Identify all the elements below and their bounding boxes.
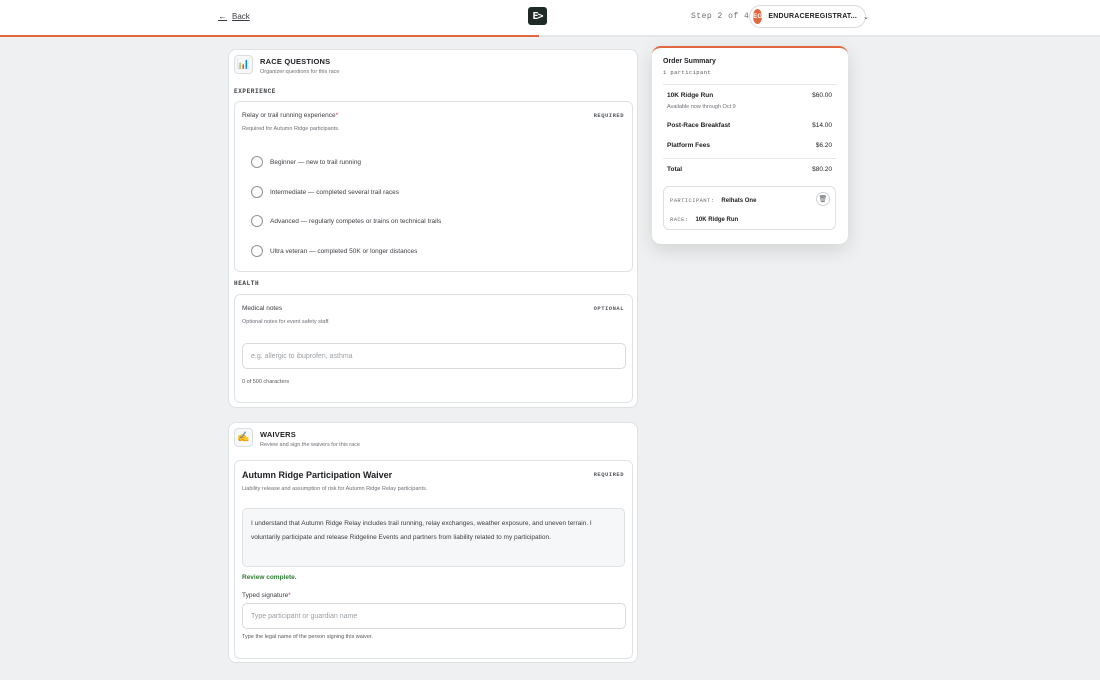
- participant-row: PARTICIPANT: Relhats One: [670, 197, 756, 204]
- chevron-down-icon: ⌄: [863, 13, 869, 21]
- required-asterisk: *: [288, 592, 291, 599]
- radio-label: Ultra veteran — completed 50K or longer …: [270, 247, 418, 255]
- signature-help: Type the legal name of the person signin…: [242, 634, 373, 640]
- experience-question: Relay or trail running experience* Requi…: [234, 101, 633, 272]
- question-label: Relay or trail running experience*: [242, 112, 339, 119]
- line-item-label: Post-Race Breakfast: [667, 122, 731, 129]
- line-item-race: 10K Ridge Run $60.00: [667, 92, 832, 99]
- line-item-amount: $6.20: [815, 142, 832, 149]
- section-header: ✍ WAIVERS Review and sign the waivers fo…: [234, 428, 360, 448]
- required-asterisk: *: [335, 112, 339, 119]
- section-title: RACE QUESTIONS: [260, 57, 331, 66]
- radio-button[interactable]: [251, 156, 263, 168]
- progress-fill: [0, 35, 539, 37]
- medical-notes-input[interactable]: e.g. allergic to ibuprofen, asthma: [242, 343, 626, 369]
- line-item-breakfast: Post-Race Breakfast $14.00: [667, 122, 832, 129]
- signature-input[interactable]: Type participant or guardian name: [242, 603, 626, 629]
- participant-key: PARTICIPANT:: [670, 197, 715, 204]
- radio-label: Beginner — new to trail running: [270, 158, 362, 166]
- radio-option-ultra-veteran[interactable]: Ultra veteran — completed 50K or longer …: [251, 245, 417, 257]
- total-amount: $80.20: [812, 166, 832, 173]
- trash-icon[interactable]: 🗑: [816, 192, 830, 206]
- line-item-amount: $14.00: [812, 122, 832, 129]
- line-item-platform-fees: Platform Fees $6.20: [667, 142, 832, 149]
- avatar: EG: [753, 9, 763, 24]
- back-link[interactable]: ← Back: [218, 11, 250, 21]
- divider: [663, 158, 836, 159]
- top-bar: ← Back E> Step 2 of 4 EG ENDURACEREGISTR…: [0, 0, 1100, 37]
- app-logo[interactable]: E>: [528, 7, 547, 25]
- radio-button[interactable]: [251, 215, 263, 227]
- group-label-experience: EXPERIENCE: [234, 88, 277, 95]
- waiver-description: Liability release and assumption of risk…: [242, 486, 428, 492]
- waiver-card: Autumn Ridge Participation Waiver REQUIR…: [234, 460, 633, 659]
- total-row: Total $80.20: [667, 166, 832, 173]
- question-help: Required for Autumn Ridge participants.: [242, 126, 340, 132]
- radio-label: Advanced — regularly competes or trains …: [270, 217, 442, 225]
- radio-option-advanced[interactable]: Advanced — regularly competes or trains …: [251, 215, 441, 227]
- back-label: Back: [232, 11, 250, 21]
- signing-hand-icon: ✍: [234, 428, 253, 447]
- waivers-section: ✍ WAIVERS Review and sign the waivers fo…: [228, 422, 638, 663]
- total-label: Total: [667, 166, 683, 173]
- race-questions-section: 📊 RACE QUESTIONS Organizer questions for…: [228, 49, 638, 408]
- section-subtitle: Review and sign the waivers for this rac…: [260, 442, 360, 448]
- clipboard-chart-icon: 📊: [234, 55, 253, 74]
- account-menu[interactable]: EG ENDURACEREGISTRAT... ⌄: [749, 5, 869, 28]
- radio-button[interactable]: [251, 245, 263, 257]
- radio-button[interactable]: [251, 186, 263, 198]
- account-name: ENDURACEREGISTRAT...: [768, 13, 858, 20]
- line-item-label: Platform Fees: [667, 142, 710, 149]
- progress-bar: [0, 35, 1100, 37]
- line-item-note: Available now through Oct 9: [667, 104, 736, 110]
- required-tag: REQUIRED: [593, 471, 624, 478]
- question-help: Optional notes for event safety staff.: [242, 319, 330, 325]
- radio-option-beginner[interactable]: Beginner — new to trail running: [251, 156, 361, 168]
- medical-notes-question: Medical notes Optional notes for event s…: [234, 294, 633, 403]
- summary-title: Order Summary: [663, 58, 716, 65]
- participant-card: PARTICIPANT: Relhats One RACE: 10K Ridge…: [663, 186, 836, 230]
- radio-label: Intermediate — completed several trail r…: [270, 188, 399, 196]
- race-row: RACE: 10K Ridge Run: [670, 216, 738, 223]
- waiver-text[interactable]: I understand that Autumn Ridge Relay inc…: [242, 508, 625, 567]
- signature-label: Typed signature*: [242, 592, 291, 599]
- summary-subtitle: 1 participant: [663, 69, 712, 76]
- divider: [663, 84, 836, 85]
- section-header: 📊 RACE QUESTIONS Organizer questions for…: [234, 55, 339, 75]
- radio-option-intermediate[interactable]: Intermediate — completed several trail r…: [251, 186, 399, 198]
- required-tag: REQUIRED: [593, 112, 624, 119]
- line-item-label: 10K Ridge Run: [667, 92, 714, 99]
- order-summary: Order Summary 1 participant 10K Ridge Ru…: [652, 46, 848, 244]
- question-label: Medical notes: [242, 305, 283, 312]
- race-key: RACE:: [670, 216, 689, 223]
- character-counter: 0 of 500 characters: [242, 379, 290, 385]
- waiver-title: Autumn Ridge Participation Waiver: [242, 470, 393, 480]
- review-status: Review complete.: [242, 574, 297, 581]
- section-subtitle: Organizer questions for this race: [260, 69, 340, 75]
- arrow-left-icon: ←: [218, 11, 227, 21]
- step-indicator: Step 2 of 4: [691, 12, 750, 21]
- participant-name: Relhats One: [721, 197, 757, 204]
- section-title: WAIVERS: [260, 430, 296, 439]
- optional-tag: OPTIONAL: [593, 305, 624, 312]
- group-label-health: HEALTH: [234, 280, 260, 287]
- line-item-amount: $60.00: [812, 92, 832, 99]
- race-name: 10K Ridge Run: [695, 216, 739, 223]
